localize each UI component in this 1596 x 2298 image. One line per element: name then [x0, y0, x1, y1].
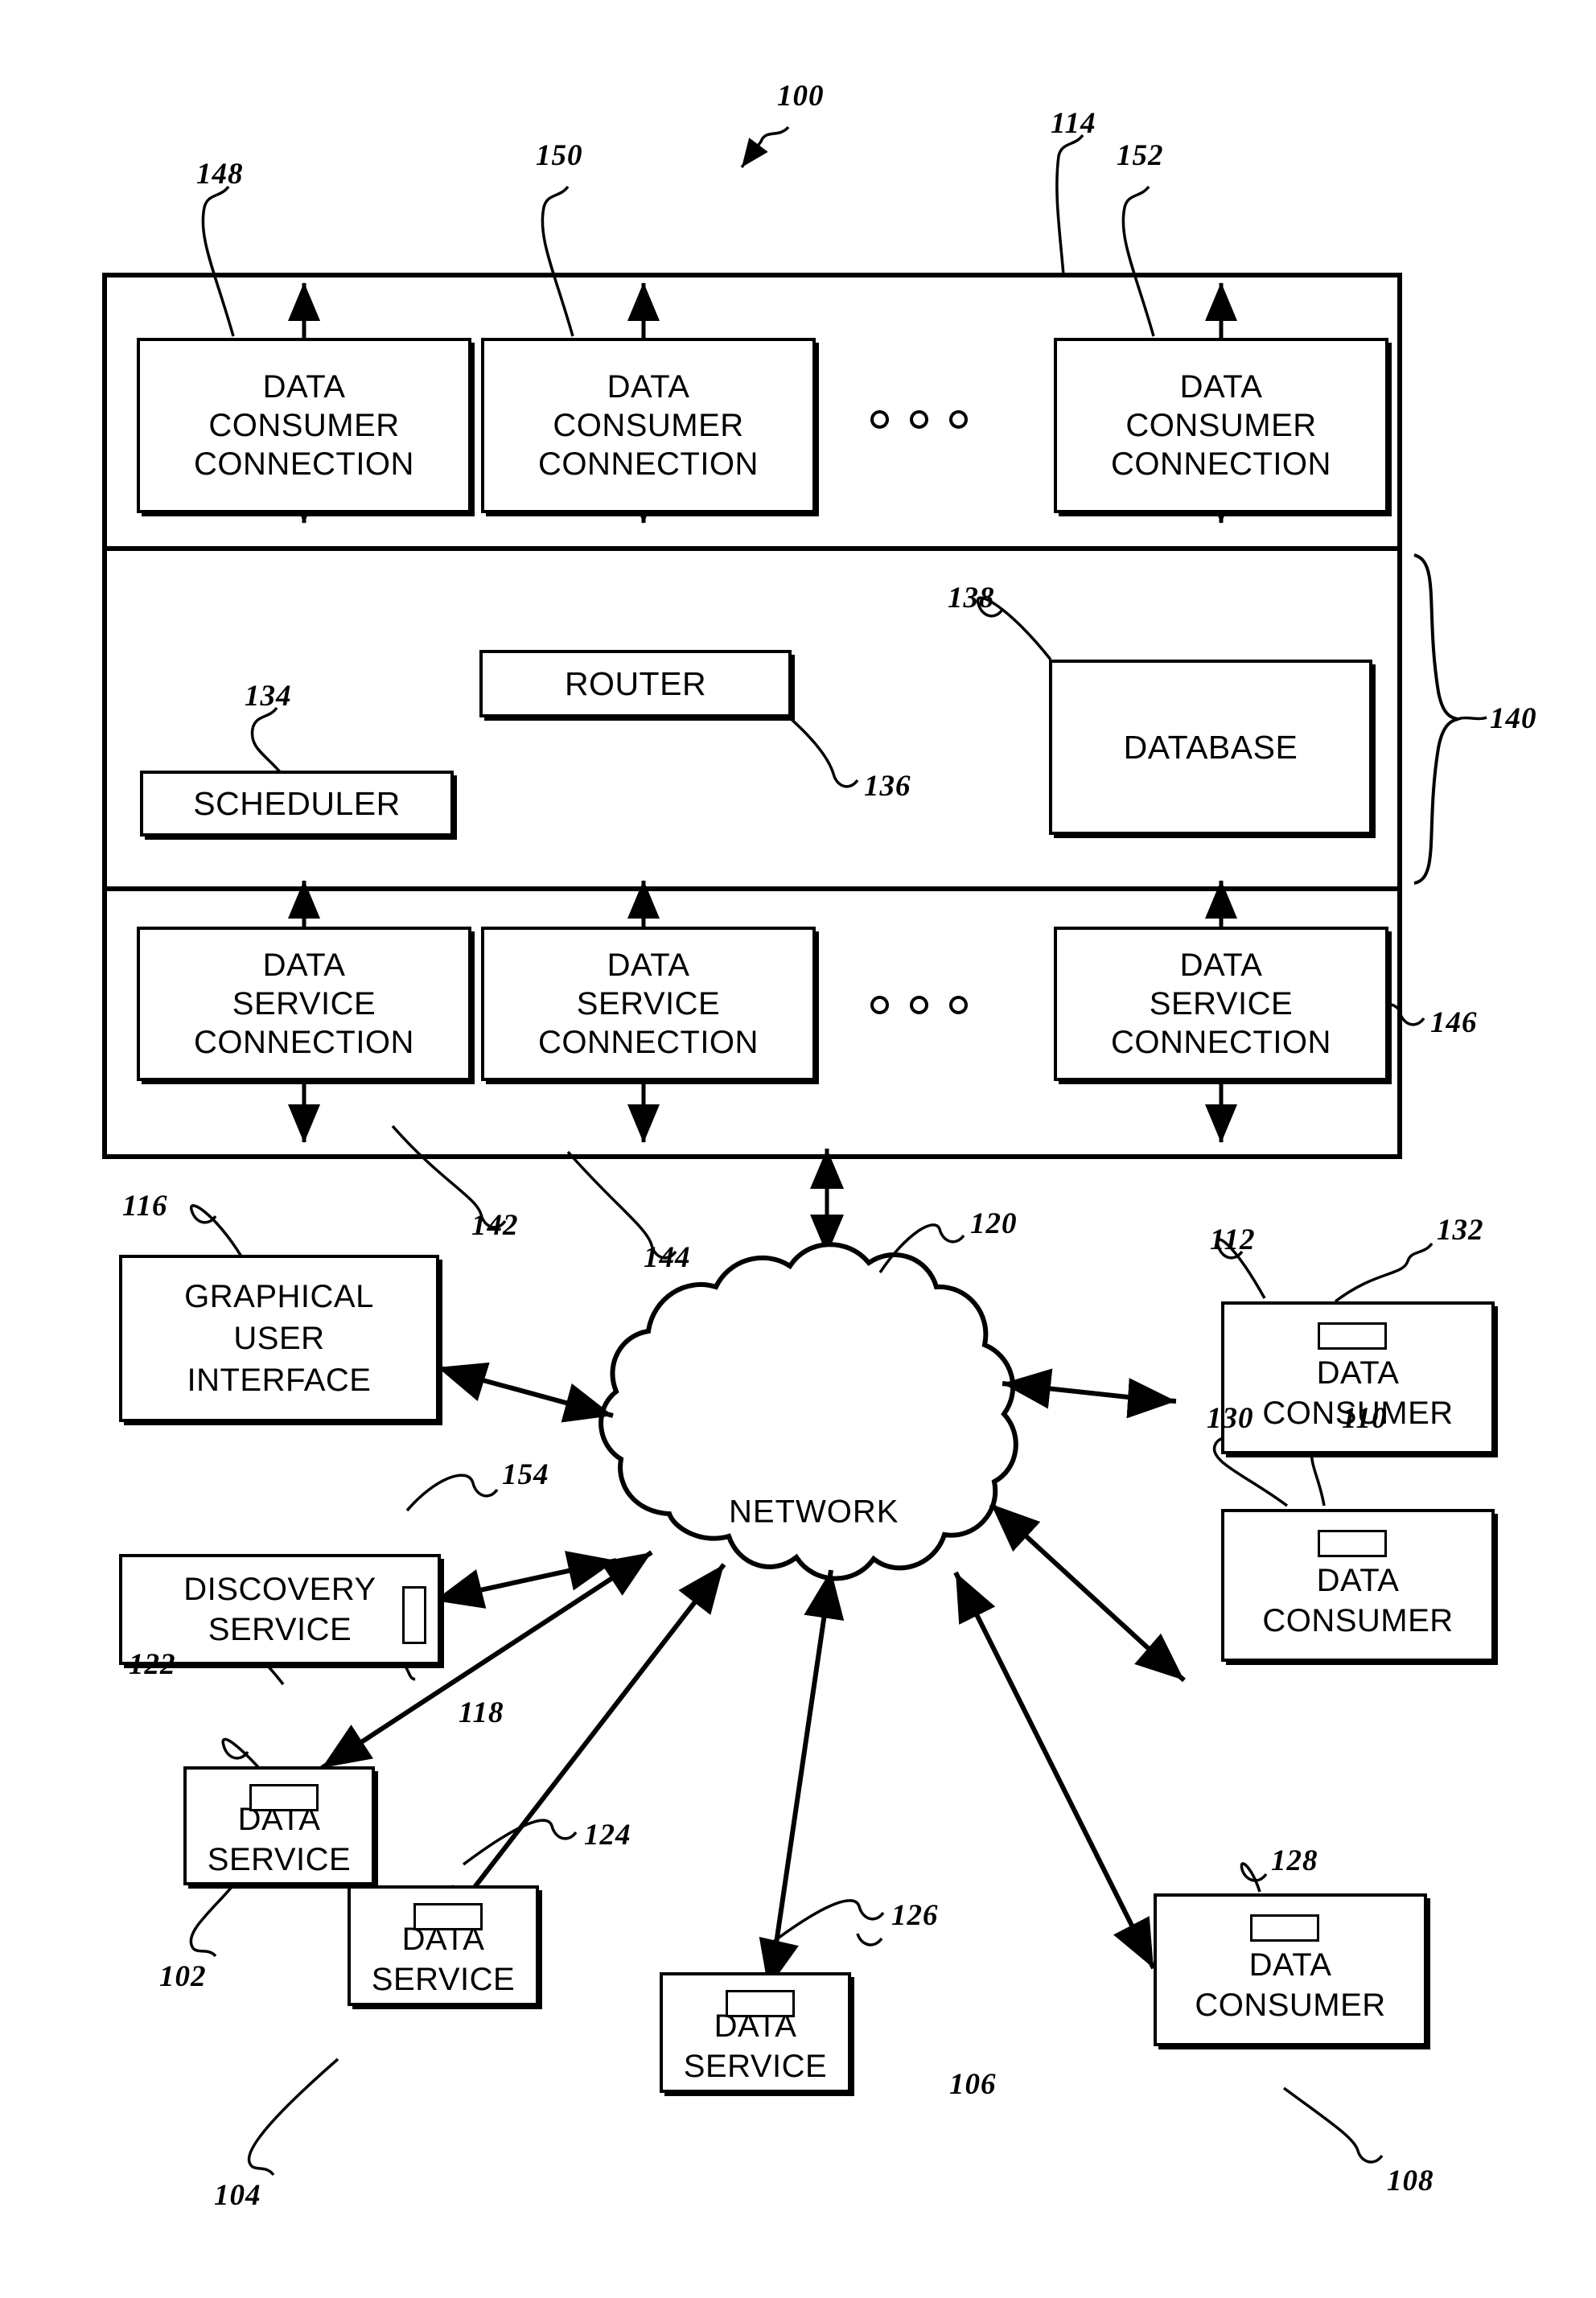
label-line: CONNECTION — [194, 1025, 414, 1060]
ref-numeral-138: 138 — [948, 582, 995, 615]
ellipsis-dot — [949, 996, 968, 1014]
label-line: DATA — [1316, 1355, 1400, 1391]
database-label: DATABASE — [1123, 728, 1298, 766]
patent-figure: DATA CONSUMER CONNECTION DATA CONSUMER C… — [0, 0, 1596, 2298]
ref-numeral-116: 116 — [122, 1190, 168, 1223]
ref-numeral-148: 148 — [196, 158, 244, 191]
service-connection-ellipsis — [870, 996, 968, 1014]
label-line: DATA — [1179, 948, 1263, 983]
label-line: CONNECTION — [538, 446, 759, 482]
ref-numeral-122: 122 — [129, 1648, 176, 1681]
ref-numeral-142: 142 — [471, 1209, 519, 1242]
ref-numeral-104: 104 — [214, 2179, 261, 2212]
discovery-service-interface-tab[interactable] — [402, 1586, 426, 1644]
data-service-106-tab[interactable] — [726, 1990, 795, 2017]
data-consumer-108-tab[interactable] — [1250, 1914, 1319, 1942]
label-line: DATA — [262, 948, 346, 983]
ref-numeral-152: 152 — [1117, 139, 1164, 172]
ref-numeral-120: 120 — [970, 1207, 1018, 1240]
ref-numeral-126: 126 — [891, 1899, 939, 1932]
label-line: DATA — [1248, 1947, 1332, 1983]
label-line: INTERFACE — [187, 1363, 372, 1398]
label-line: SERVICE — [207, 1842, 352, 1877]
ref-numeral-130: 130 — [1207, 1402, 1254, 1435]
label-line: SERVICE — [576, 986, 721, 1022]
data-consumer-connection-1[interactable]: DATA CONSUMER CONNECTION — [137, 338, 471, 513]
label-line: DATA — [262, 369, 346, 405]
ref-numeral-102: 102 — [159, 1960, 207, 1993]
label-line: DISCOVERY — [183, 1572, 376, 1607]
router-box[interactable]: ROUTER — [479, 650, 792, 717]
label-line: SERVICE — [371, 1962, 516, 1997]
ellipsis-dot — [910, 996, 928, 1014]
ref-numeral-106: 106 — [949, 2068, 997, 2101]
ref-numeral-146: 146 — [1430, 1006, 1478, 1039]
data-consumer-connection-2[interactable]: DATA CONSUMER CONNECTION — [481, 338, 816, 513]
label-line: CONSUMER — [208, 408, 400, 443]
label-line: DATA — [607, 369, 690, 405]
ref-numeral-110: 110 — [1342, 1402, 1388, 1435]
ref-numeral-150: 150 — [536, 139, 583, 172]
label-line: CONSUMER — [1262, 1603, 1454, 1638]
label-line: CONSUMER — [1195, 1988, 1386, 2023]
ref-numeral-154: 154 — [502, 1458, 549, 1491]
data-consumer-connection-n[interactable]: DATA CONSUMER CONNECTION — [1054, 338, 1388, 513]
label-line: CONNECTION — [1111, 1025, 1331, 1060]
label-line: CONNECTION — [1111, 446, 1331, 482]
ellipsis-dot — [949, 410, 968, 429]
data-service-connection-n[interactable]: DATA SERVICE CONNECTION — [1054, 927, 1388, 1081]
ref-numeral-118: 118 — [459, 1696, 504, 1729]
data-service-connection-2[interactable]: DATA SERVICE CONNECTION — [481, 927, 816, 1081]
label-line: GRAPHICAL — [184, 1279, 374, 1314]
ref-numeral-112: 112 — [1210, 1223, 1256, 1256]
ellipsis-dot — [870, 410, 889, 429]
ref-numeral-128: 128 — [1271, 1844, 1318, 1877]
ref-numeral-140: 140 — [1490, 702, 1537, 735]
label-line: DATA — [1179, 369, 1263, 405]
label-line: SERVICE — [683, 2049, 828, 2084]
graphical-user-interface-box[interactable]: GRAPHICAL USER INTERFACE — [119, 1255, 439, 1422]
ref-numeral-132: 132 — [1437, 1214, 1484, 1247]
label-line: SERVICE — [232, 986, 376, 1022]
label-line: CONSUMER — [1125, 408, 1317, 443]
scheduler-label: SCHEDULER — [193, 784, 401, 822]
database-box[interactable]: DATABASE — [1049, 660, 1372, 835]
data-service-104-tab[interactable] — [413, 1903, 483, 1930]
label-line: SERVICE — [1149, 986, 1294, 1022]
router-label: ROUTER — [564, 664, 707, 702]
ref-numeral-134: 134 — [245, 680, 292, 713]
ref-numeral-108: 108 — [1387, 2164, 1434, 2197]
ref-numeral-114: 114 — [1051, 107, 1096, 140]
label-line: USER — [233, 1321, 325, 1356]
label-line: DATA — [1316, 1563, 1400, 1598]
data-consumer-110-tab[interactable] — [1318, 1530, 1387, 1557]
label-line: CONSUMER — [553, 408, 744, 443]
ref-numeral-144: 144 — [644, 1241, 691, 1274]
scheduler-box[interactable]: SCHEDULER — [140, 771, 454, 837]
network-label: NETWORK — [729, 1494, 899, 1530]
label-line: CONNECTION — [194, 446, 414, 482]
ref-numeral-136: 136 — [864, 770, 911, 803]
ellipsis-dot — [910, 410, 928, 429]
label-line: SERVICE — [208, 1612, 352, 1647]
data-service-connection-1[interactable]: DATA SERVICE CONNECTION — [137, 927, 471, 1081]
ellipsis-dot — [870, 996, 889, 1014]
data-service-102-tab[interactable] — [249, 1784, 319, 1811]
data-consumer-112-tab[interactable] — [1318, 1322, 1387, 1350]
ref-numeral-100: 100 — [777, 80, 825, 113]
label-line: DATA — [607, 948, 690, 983]
ref-numeral-124: 124 — [584, 1819, 631, 1852]
consumer-connection-ellipsis — [870, 410, 968, 429]
label-line: CONNECTION — [538, 1025, 759, 1060]
